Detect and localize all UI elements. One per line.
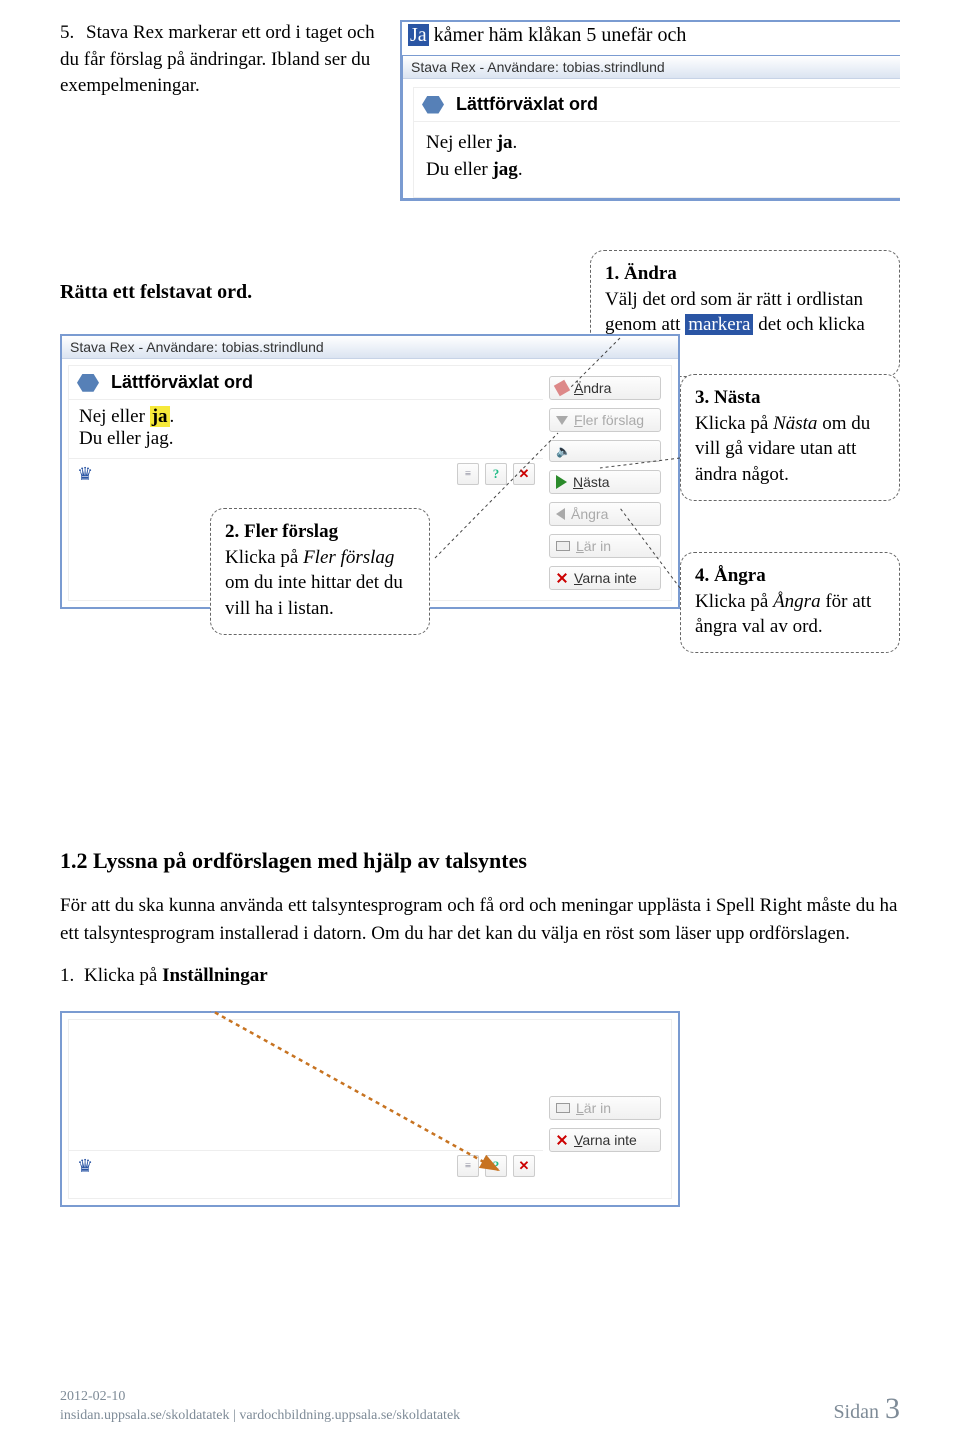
callout-andra-mark: markera — [685, 314, 753, 335]
footer-urls: insidan.uppsala.se/skoldatatek | vardoch… — [60, 1406, 460, 1426]
callout-andra-title: 1. Ändra — [605, 263, 677, 284]
step1-bold: Inställningar — [162, 965, 268, 986]
suggestion-line2c: . — [518, 159, 523, 180]
red-x-icon — [556, 1134, 568, 1146]
callout4-a: Klicka på — [695, 591, 773, 612]
andra-label: ndra — [583, 380, 611, 396]
settings-icon-button[interactable]: ≡ — [457, 463, 479, 485]
panel-heading-text: Lättförväxlat ord — [456, 94, 598, 115]
document-rest-text: kåmer häm klåkan 5 unefär och — [429, 24, 687, 46]
callout-angra: 4. Ångra Klicka på Ångra för att ångra v… — [680, 552, 900, 653]
button-column: Ändra Fler förslag 🔈 Nästa Ångra Lär in … — [543, 366, 671, 600]
step-5-number: 5. — [60, 20, 86, 47]
step1-num: 1. — [60, 965, 84, 987]
callout2-em: Fler förslag — [303, 547, 394, 568]
callout2-a: Klicka på — [225, 547, 303, 568]
callout3-title: 3. Nästa — [695, 387, 760, 408]
help-icon-button[interactable]: ? — [485, 463, 507, 485]
suggestion-line1a: Nej eller — [426, 132, 497, 153]
step-5-text: 5.Stava Rex markerar ett ord i taget och… — [60, 20, 380, 100]
stavarex-small-window: Stava Rex - Användare: tobias.strindlund… — [402, 55, 900, 199]
red-x-icon — [556, 572, 568, 584]
triangle-down-icon — [556, 416, 568, 425]
page-footer: 2012-02-10 insidan.uppsala.se/skoldatate… — [60, 1387, 900, 1426]
crown-icon: ♛ — [77, 464, 93, 485]
angra-button[interactable]: Ångra — [549, 502, 661, 526]
row1-highlight: ja — [150, 406, 170, 427]
callout2-b: om du inte hittar det du vill ha i lista… — [225, 572, 403, 619]
suggestion-line1c: . — [513, 132, 518, 153]
hexagon-icon — [77, 374, 99, 392]
footer-date: 2012-02-10 — [60, 1387, 460, 1407]
panel-footer: ♛ ≡ ? ✕ — [69, 458, 543, 489]
selected-word: Ja — [408, 24, 429, 46]
bottom-panel-footer: ♛ ≡ ? ✕ — [69, 1150, 543, 1181]
lar-in-button[interactable]: Lär in — [549, 1096, 661, 1120]
crown-icon: ♛ — [77, 1156, 93, 1177]
close-icon-button[interactable]: ✕ — [513, 1155, 535, 1177]
row1-c: . — [170, 406, 175, 427]
andra-button[interactable]: Ändra — [549, 376, 661, 400]
row2-bold: jag — [145, 428, 168, 449]
suggestion-bold-ja: ja — [497, 132, 513, 153]
stavarex-bottom-window: ♛ ≡ ? ✕ Lär in Varna inte — [60, 1011, 680, 1207]
panel-heading: Lättförväxlat ord — [414, 88, 900, 122]
document-text-strip: Ja kåmer häm klåkan 5 unefär och Stava R… — [400, 20, 900, 201]
main-panel-heading-text: Lättförväxlat ord — [111, 372, 253, 393]
callout3-a: Klicka på — [695, 413, 773, 434]
bottom-button-column: Lär in Varna inte — [543, 1020, 671, 1198]
callout-fler-forslag: 2. Fler förslag Klicka på Fler förslag o… — [210, 508, 430, 635]
callout-nasta: 3. Nästa Klicka på Nästa om du vill gå v… — [680, 374, 900, 501]
close-icon-button[interactable]: ✕ — [513, 463, 535, 485]
step-1-line: 1.Klicka på Inställningar — [60, 965, 900, 987]
settings-icon-button[interactable]: ≡ — [457, 1155, 479, 1177]
footer-page-label: Sidan — [833, 1401, 879, 1424]
row2-c: . — [169, 428, 174, 449]
pencil-icon — [554, 380, 570, 396]
step1-a: Klicka på — [84, 965, 162, 986]
main-panel-heading: Lättförväxlat ord — [69, 366, 543, 400]
suggestion-line2a: Du eller — [426, 159, 492, 180]
main-window-titlebar: Stava Rex - Användare: tobias.strindlund — [62, 336, 678, 359]
callout2-title: 2. Fler förslag — [225, 521, 338, 542]
row2-a: Du eller — [79, 428, 145, 449]
callout3-em: Nästa — [773, 413, 817, 434]
varna-inte-button[interactable]: Varna inte — [549, 1128, 661, 1152]
hexagon-icon — [422, 96, 444, 114]
suggestion-list[interactable]: Nej eller ja. Du eller jag. — [69, 400, 543, 458]
book-icon — [556, 541, 570, 551]
fler-forslag-button[interactable]: Fler förslag — [549, 408, 661, 432]
section-1-2-paragraph: För att du ska kunna använda ett talsynt… — [60, 892, 900, 947]
speaker-icon: 🔈 — [556, 444, 571, 458]
speaker-button[interactable]: 🔈 — [549, 440, 661, 462]
lar-in-button[interactable]: Lär in — [549, 534, 661, 558]
callout4-title: 4. Ångra — [695, 565, 766, 586]
callout4-em: Ångra — [773, 591, 821, 612]
suggestion-panel: Nej eller ja. Du eller jag. — [414, 122, 900, 197]
suggestion-row[interactable]: Du eller jag. — [79, 428, 533, 450]
step-5-desc: Stava Rex markerar ett ord i taget och d… — [60, 22, 375, 96]
book-icon — [556, 1103, 570, 1113]
window-titlebar: Stava Rex - Användare: tobias.strindlund — [403, 56, 900, 79]
row1-a: Nej eller — [79, 406, 150, 427]
triangle-left-icon — [556, 508, 565, 520]
play-icon — [556, 475, 567, 489]
section-1-2-heading: 1.2 Lyssna på ordförslagen med hjälp av … — [60, 848, 900, 874]
nasta-button[interactable]: Nästa — [549, 470, 661, 494]
suggestion-bold-jag: jag — [492, 159, 517, 180]
footer-page-number: 3 — [885, 1392, 900, 1426]
suggestion-row[interactable]: Nej eller ja. — [79, 406, 533, 428]
varna-inte-button[interactable]: Varna inte — [549, 566, 661, 590]
help-icon-button[interactable]: ? — [485, 1155, 507, 1177]
